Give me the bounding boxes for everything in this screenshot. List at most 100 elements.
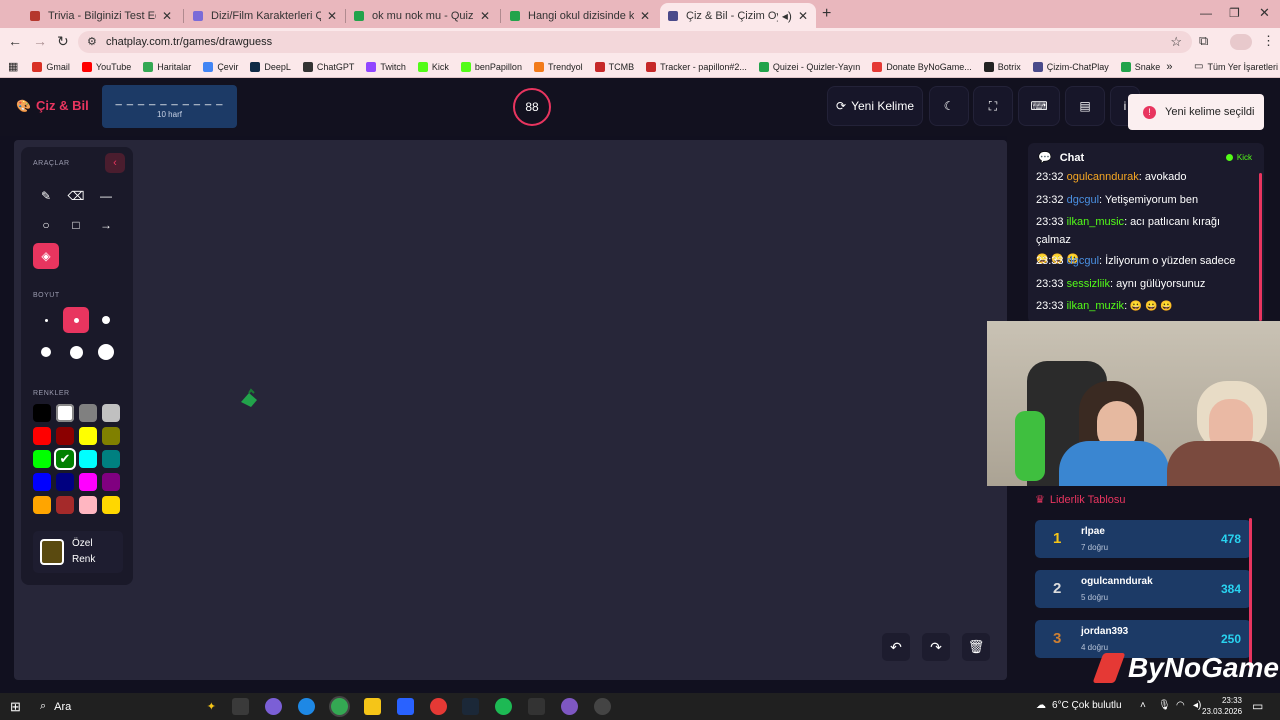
redo-button[interactable]: ↷ — [922, 633, 950, 661]
bookmark-star-icon[interactable]: ☆ — [1170, 34, 1182, 50]
color-swatch[interactable] — [56, 427, 74, 445]
color-swatch[interactable] — [102, 450, 120, 468]
more-bookmarks-icon[interactable]: » — [1166, 61, 1172, 73]
color-swatch[interactable]: ✔ — [56, 450, 74, 468]
bookmark-item[interactable]: ChatGPT — [302, 61, 354, 72]
color-swatch[interactable] — [33, 473, 51, 491]
app-icon[interactable] — [561, 698, 578, 715]
new-tab-button[interactable]: + — [822, 5, 831, 23]
color-swatch[interactable] — [56, 473, 74, 491]
color-swatch[interactable] — [79, 427, 97, 445]
fullscreen-button[interactable]: ⛶ — [973, 86, 1013, 126]
taskbar-search[interactable]: ⌕ Ara ✦ — [32, 695, 222, 718]
chrome-icon[interactable] — [331, 698, 348, 715]
close-tab-icon[interactable]: ✕ — [640, 9, 650, 23]
color-swatch[interactable] — [33, 496, 51, 514]
keyboard-button[interactable]: ⌨ — [1018, 86, 1060, 126]
bookmark-item[interactable]: Haritalar — [143, 61, 191, 72]
bookmark-item[interactable]: Twitch — [366, 61, 406, 72]
bookmark-item[interactable]: Trendyol — [533, 61, 583, 72]
browser-tab[interactable]: Trivia - Bilginizi Test Edin - Quiz ✕ — [22, 3, 180, 28]
volume-icon[interactable]: ◂) — [1193, 700, 1201, 711]
site-info-icon[interactable]: ⚙ — [87, 35, 97, 48]
bookmark-item[interactable]: benPapillon — [460, 61, 522, 72]
bookmark-item[interactable]: Snake Game - Play... — [1120, 61, 1162, 72]
color-swatch[interactable] — [102, 427, 120, 445]
menu-icon[interactable]: ⋮ — [1262, 33, 1275, 49]
clock[interactable]: 23:33 23.03.2026 — [1202, 695, 1242, 717]
bookmark-item[interactable]: Botrix — [983, 61, 1021, 72]
windows-start-icon[interactable]: ⊞ — [10, 699, 21, 715]
color-swatch[interactable] — [33, 404, 51, 422]
close-tab-icon[interactable]: ✕ — [798, 9, 808, 23]
color-swatch[interactable] — [79, 473, 97, 491]
archive-button[interactable]: ▤ — [1065, 86, 1105, 126]
weather-widget[interactable]: ☁ 6°C Çok bulutlu — [1036, 700, 1122, 711]
store-icon[interactable] — [397, 698, 414, 715]
color-swatch[interactable] — [33, 450, 51, 468]
spotify-icon[interactable] — [495, 698, 512, 715]
mic-icon[interactable]: 🎙 — [1158, 700, 1171, 711]
app-icon[interactable] — [528, 698, 545, 715]
app-icon[interactable] — [594, 698, 611, 715]
message-username[interactable]: ilkan_music — [1067, 216, 1124, 228]
close-tab-icon[interactable]: ✕ — [162, 9, 172, 23]
close-tab-icon[interactable]: ✕ — [480, 9, 490, 23]
extensions-icon[interactable]: ⧉ — [1199, 33, 1208, 49]
clear-canvas-button[interactable]: 🗑 — [962, 633, 990, 661]
message-username[interactable]: ilkan_muzik — [1067, 300, 1124, 312]
restore-button[interactable]: ❐ — [1229, 6, 1240, 20]
back-icon[interactable]: ← — [8, 33, 22, 49]
color-swatch[interactable] — [56, 404, 74, 422]
message-username[interactable]: dgcgul — [1067, 194, 1099, 206]
address-bar[interactable]: ⚙ chatplay.com.tr/games/drawguess ☆ — [78, 31, 1192, 53]
browser-tab[interactable]: Hangi okul dizisinde kendi kim ✕ — [502, 3, 658, 28]
color-swatch[interactable] — [102, 473, 120, 491]
leaderboard-row[interactable]: 2 ogulcanndurak 5 doğru 384 — [1035, 570, 1251, 608]
app-logo[interactable]: 🎨 Çiz & Bil — [16, 98, 89, 113]
bookmark-item[interactable]: Quizei - Quizler-Yayın — [758, 61, 860, 72]
message-username[interactable]: ogulcanndurak — [1067, 171, 1139, 183]
bookmark-item[interactable]: Kick — [417, 61, 449, 72]
edge-icon[interactable] — [298, 698, 315, 715]
all-bookmarks-button[interactable]: ▭ Tüm Yer İşaretleri — [1194, 61, 1278, 72]
bookmark-item[interactable]: TCMB — [594, 61, 634, 72]
message-username[interactable]: sessizliik — [1067, 278, 1110, 290]
undo-button[interactable]: ↶ — [882, 633, 910, 661]
apps-grid-icon[interactable]: ▦ — [8, 60, 18, 73]
bookmark-item[interactable]: DeepL — [250, 61, 291, 72]
bookmark-item[interactable]: Çevir — [203, 61, 238, 72]
reload-icon[interactable]: ↻ — [57, 33, 69, 50]
color-swatch[interactable] — [79, 496, 97, 514]
steam-icon[interactable] — [462, 698, 479, 715]
browser-tab[interactable]: ok mu nok mu - Quizei ✕ — [346, 3, 498, 28]
opera-icon[interactable] — [430, 698, 447, 715]
bookmark-item[interactable]: Donate ByNoGame... — [872, 61, 972, 72]
browser-tab-active[interactable]: Çiz & Bil - Çizim Oyunu ◂) ✕ — [660, 3, 816, 28]
dark-mode-button[interactable]: ☾ — [929, 86, 969, 126]
color-swatch[interactable] — [79, 404, 97, 422]
new-word-button[interactable]: ⟳ Yeni Kelime — [827, 86, 923, 126]
chat-scrollbar[interactable] — [1259, 173, 1262, 321]
mute-tab-icon[interactable]: ◂) — [782, 9, 792, 23]
bookmark-item[interactable]: Çizim-ChatPlay — [1032, 61, 1109, 72]
forward-icon[interactable]: → — [33, 33, 47, 49]
wifi-icon[interactable]: ◠ — [1176, 700, 1185, 711]
drawing-canvas[interactable]: ↶ ↷ 🗑 — [14, 140, 1007, 680]
tray-arrow-icon[interactable]: ˄ — [1140, 700, 1146, 711]
custom-color-picker[interactable]: Özel Renk — [33, 531, 123, 573]
browser-tab[interactable]: Dizi/Film Karakterleri Quiz - 2 - ✕ — [185, 3, 345, 28]
bookmark-item[interactable]: YouTube — [81, 61, 131, 72]
notifications-icon[interactable]: ▭ — [1252, 699, 1263, 713]
profile-icon[interactable] — [1230, 34, 1252, 50]
leaderboard-scrollbar[interactable] — [1249, 518, 1252, 668]
message-username[interactable]: dgcgul — [1067, 255, 1099, 267]
close-tab-icon[interactable]: ✕ — [327, 9, 337, 23]
color-swatch[interactable] — [102, 404, 120, 422]
close-window-button[interactable]: ✕ — [1259, 5, 1270, 21]
bookmark-item[interactable]: Tracker - papillon#2... — [646, 61, 747, 72]
task-view-icon[interactable] — [232, 698, 249, 715]
minimize-button[interactable]: — — [1200, 6, 1212, 20]
copilot-icon[interactable] — [265, 698, 282, 715]
color-swatch[interactable] — [56, 496, 74, 514]
